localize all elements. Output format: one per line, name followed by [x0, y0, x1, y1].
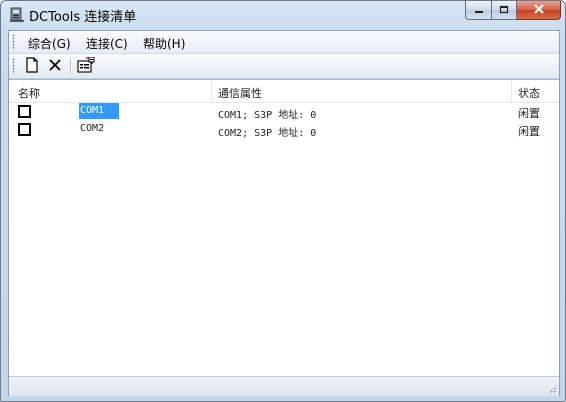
window-title: DCTools 连接清单: [29, 10, 137, 25]
maximize-icon: [499, 3, 509, 17]
toolbar: [9, 54, 559, 79]
delete-button[interactable]: [45, 56, 65, 76]
menu-general[interactable]: 综合(G): [28, 35, 71, 52]
properties-button[interactable]: [76, 56, 96, 76]
column-divider[interactable]: [211, 80, 212, 102]
minimize-icon: [474, 3, 484, 17]
toolbar-separator: [70, 58, 72, 74]
menu-connection[interactable]: 连接(C): [86, 35, 128, 52]
dctools-app-icon[interactable]: [9, 7, 25, 23]
delete-icon: [48, 58, 62, 75]
new-document-icon: [25, 56, 39, 76]
row-name[interactable]: COM2: [79, 121, 119, 137]
menu-help[interactable]: 帮助(H): [143, 35, 185, 52]
close-button[interactable]: [517, 1, 561, 20]
column-divider[interactable]: [511, 80, 512, 102]
table-row[interactable]: COM2 COM2; S3P 地址: 0 闲置: [9, 121, 559, 139]
app-window: DCTools 连接清单 综合(G) 连接(C) 帮助(H) 名称 通信属性 状…: [0, 0, 566, 402]
menubar-grip-icon[interactable]: [12, 34, 15, 50]
title-bar[interactable]: DCTools 连接清单: [1, 1, 565, 27]
resize-grip-icon[interactable]: [547, 384, 557, 394]
maximize-button[interactable]: [492, 1, 517, 20]
properties-icon: [77, 56, 95, 76]
row-checkbox[interactable]: [18, 105, 31, 118]
list-header: 名称 通信属性 状态: [9, 80, 559, 103]
row-properties: COM1; S3P 地址: 0: [218, 110, 317, 121]
minimize-button[interactable]: [465, 1, 492, 20]
toolbar-grip-icon[interactable]: [12, 58, 15, 74]
close-icon: [533, 3, 545, 17]
column-header-name[interactable]: 名称: [18, 85, 40, 101]
column-header-properties[interactable]: 通信属性: [218, 85, 262, 101]
row-status: 闲置: [518, 125, 540, 138]
window-controls: [465, 1, 561, 21]
row-properties: COM2; S3P 地址: 0: [218, 128, 317, 139]
row-status: 闲置: [518, 107, 540, 120]
new-button[interactable]: [22, 56, 42, 76]
connection-list[interactable]: 名称 通信属性 状态 COM1 COM1; S3P 地址: 0 闲置 COM2 …: [9, 79, 559, 376]
status-bar: [9, 376, 559, 396]
table-row[interactable]: COM1 COM1; S3P 地址: 0 闲置: [9, 103, 559, 121]
row-name[interactable]: COM1: [79, 103, 119, 119]
menu-bar: 综合(G) 连接(C) 帮助(H): [9, 31, 559, 54]
client-area: 综合(G) 连接(C) 帮助(H) 名称 通信属性 状态 COM1 COM1; …: [8, 30, 560, 396]
row-checkbox[interactable]: [18, 123, 31, 136]
column-header-status[interactable]: 状态: [518, 85, 540, 101]
